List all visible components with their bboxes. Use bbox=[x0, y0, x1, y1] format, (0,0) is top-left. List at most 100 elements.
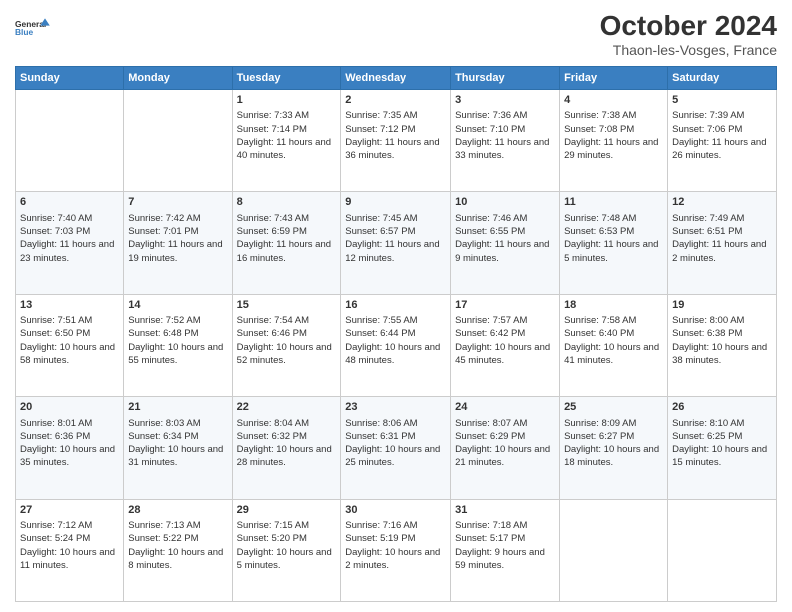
daylight-text: Daylight: 10 hours and 35 minutes. bbox=[20, 444, 115, 468]
daylight-text: Daylight: 10 hours and 5 minutes. bbox=[237, 547, 332, 571]
day-number: 23 bbox=[345, 400, 446, 415]
daylight-text: Daylight: 11 hours and 5 minutes. bbox=[564, 239, 658, 263]
calendar-cell: 12 Sunrise: 7:49 AM Sunset: 6:51 PM Dayl… bbox=[668, 192, 777, 294]
daylight-text: Daylight: 10 hours and 2 minutes. bbox=[345, 547, 440, 571]
col-thursday: Thursday bbox=[451, 67, 560, 90]
sunset-text: Sunset: 6:34 PM bbox=[128, 431, 198, 442]
title-block: October 2024 Thaon-les-Vosges, France bbox=[600, 10, 777, 58]
day-number: 14 bbox=[128, 298, 227, 313]
sunset-text: Sunset: 7:01 PM bbox=[128, 226, 198, 237]
calendar-cell: 21 Sunrise: 8:03 AM Sunset: 6:34 PM Dayl… bbox=[124, 397, 232, 499]
calendar-cell: 30 Sunrise: 7:16 AM Sunset: 5:19 PM Dayl… bbox=[341, 499, 451, 601]
calendar-week-row: 27 Sunrise: 7:12 AM Sunset: 5:24 PM Dayl… bbox=[16, 499, 777, 601]
calendar-cell: 23 Sunrise: 8:06 AM Sunset: 6:31 PM Dayl… bbox=[341, 397, 451, 499]
sunrise-text: Sunrise: 8:03 AM bbox=[128, 418, 200, 429]
day-number: 31 bbox=[455, 503, 555, 518]
sunrise-text: Sunrise: 7:12 AM bbox=[20, 520, 92, 531]
sunrise-text: Sunrise: 7:58 AM bbox=[564, 315, 636, 326]
day-number: 5 bbox=[672, 93, 772, 108]
day-number: 28 bbox=[128, 503, 227, 518]
day-number: 30 bbox=[345, 503, 446, 518]
sunset-text: Sunset: 5:20 PM bbox=[237, 533, 307, 544]
sunrise-text: Sunrise: 7:45 AM bbox=[345, 213, 417, 224]
calendar-cell bbox=[124, 90, 232, 192]
calendar-cell: 29 Sunrise: 7:15 AM Sunset: 5:20 PM Dayl… bbox=[232, 499, 341, 601]
sunrise-text: Sunrise: 7:33 AM bbox=[237, 110, 309, 121]
sunrise-text: Sunrise: 8:06 AM bbox=[345, 418, 417, 429]
daylight-text: Daylight: 10 hours and 11 minutes. bbox=[20, 547, 115, 571]
day-number: 21 bbox=[128, 400, 227, 415]
day-number: 29 bbox=[237, 503, 337, 518]
daylight-text: Daylight: 10 hours and 38 minutes. bbox=[672, 342, 767, 366]
sunrise-text: Sunrise: 8:07 AM bbox=[455, 418, 527, 429]
daylight-text: Daylight: 11 hours and 26 minutes. bbox=[672, 137, 766, 161]
day-number: 26 bbox=[672, 400, 772, 415]
col-wednesday: Wednesday bbox=[341, 67, 451, 90]
calendar-cell bbox=[16, 90, 124, 192]
col-monday: Monday bbox=[124, 67, 232, 90]
sunset-text: Sunset: 6:40 PM bbox=[564, 328, 634, 339]
calendar-week-row: 20 Sunrise: 8:01 AM Sunset: 6:36 PM Dayl… bbox=[16, 397, 777, 499]
sunrise-text: Sunrise: 8:00 AM bbox=[672, 315, 744, 326]
calendar-cell: 9 Sunrise: 7:45 AM Sunset: 6:57 PM Dayli… bbox=[341, 192, 451, 294]
sunrise-text: Sunrise: 7:51 AM bbox=[20, 315, 92, 326]
page: General Blue October 2024 Thaon-les-Vosg… bbox=[0, 0, 792, 612]
sunrise-text: Sunrise: 7:57 AM bbox=[455, 315, 527, 326]
daylight-text: Daylight: 11 hours and 29 minutes. bbox=[564, 137, 658, 161]
day-number: 25 bbox=[564, 400, 663, 415]
calendar-cell: 15 Sunrise: 7:54 AM Sunset: 6:46 PM Dayl… bbox=[232, 294, 341, 396]
calendar-cell: 2 Sunrise: 7:35 AM Sunset: 7:12 PM Dayli… bbox=[341, 90, 451, 192]
sunrise-text: Sunrise: 7:35 AM bbox=[345, 110, 417, 121]
day-number: 2 bbox=[345, 93, 446, 108]
daylight-text: Daylight: 10 hours and 21 minutes. bbox=[455, 444, 550, 468]
sunrise-text: Sunrise: 8:01 AM bbox=[20, 418, 92, 429]
calendar-cell: 26 Sunrise: 8:10 AM Sunset: 6:25 PM Dayl… bbox=[668, 397, 777, 499]
sunrise-text: Sunrise: 7:36 AM bbox=[455, 110, 527, 121]
daylight-text: Daylight: 11 hours and 19 minutes. bbox=[128, 239, 222, 263]
day-number: 15 bbox=[237, 298, 337, 313]
sunset-text: Sunset: 6:50 PM bbox=[20, 328, 90, 339]
sunset-text: Sunset: 6:42 PM bbox=[455, 328, 525, 339]
day-number: 17 bbox=[455, 298, 555, 313]
calendar-cell bbox=[560, 499, 668, 601]
logo: General Blue bbox=[15, 10, 51, 46]
col-saturday: Saturday bbox=[668, 67, 777, 90]
sunset-text: Sunset: 7:12 PM bbox=[345, 124, 415, 135]
day-number: 4 bbox=[564, 93, 663, 108]
sunset-text: Sunset: 6:36 PM bbox=[20, 431, 90, 442]
sunset-text: Sunset: 6:25 PM bbox=[672, 431, 742, 442]
sunset-text: Sunset: 6:32 PM bbox=[237, 431, 307, 442]
daylight-text: Daylight: 10 hours and 31 minutes. bbox=[128, 444, 223, 468]
daylight-text: Daylight: 11 hours and 12 minutes. bbox=[345, 239, 439, 263]
sunset-text: Sunset: 6:59 PM bbox=[237, 226, 307, 237]
sunrise-text: Sunrise: 8:09 AM bbox=[564, 418, 636, 429]
daylight-text: Daylight: 10 hours and 55 minutes. bbox=[128, 342, 223, 366]
daylight-text: Daylight: 11 hours and 2 minutes. bbox=[672, 239, 766, 263]
sunrise-text: Sunrise: 7:18 AM bbox=[455, 520, 527, 531]
calendar-cell: 10 Sunrise: 7:46 AM Sunset: 6:55 PM Dayl… bbox=[451, 192, 560, 294]
calendar-cell: 8 Sunrise: 7:43 AM Sunset: 6:59 PM Dayli… bbox=[232, 192, 341, 294]
sunrise-text: Sunrise: 7:43 AM bbox=[237, 213, 309, 224]
sunset-text: Sunset: 7:14 PM bbox=[237, 124, 307, 135]
sunset-text: Sunset: 6:29 PM bbox=[455, 431, 525, 442]
sunset-text: Sunset: 7:06 PM bbox=[672, 124, 742, 135]
month-title: October 2024 bbox=[600, 10, 777, 42]
day-number: 11 bbox=[564, 195, 663, 210]
col-friday: Friday bbox=[560, 67, 668, 90]
sunset-text: Sunset: 6:31 PM bbox=[345, 431, 415, 442]
calendar-cell: 3 Sunrise: 7:36 AM Sunset: 7:10 PM Dayli… bbox=[451, 90, 560, 192]
sunrise-text: Sunrise: 7:39 AM bbox=[672, 110, 744, 121]
day-number: 18 bbox=[564, 298, 663, 313]
day-number: 8 bbox=[237, 195, 337, 210]
daylight-text: Daylight: 10 hours and 15 minutes. bbox=[672, 444, 767, 468]
calendar-cell: 20 Sunrise: 8:01 AM Sunset: 6:36 PM Dayl… bbox=[16, 397, 124, 499]
day-number: 20 bbox=[20, 400, 119, 415]
day-number: 3 bbox=[455, 93, 555, 108]
sunset-text: Sunset: 7:03 PM bbox=[20, 226, 90, 237]
logo-svg: General Blue bbox=[15, 10, 51, 46]
calendar-cell: 14 Sunrise: 7:52 AM Sunset: 6:48 PM Dayl… bbox=[124, 294, 232, 396]
day-number: 6 bbox=[20, 195, 119, 210]
header: General Blue October 2024 Thaon-les-Vosg… bbox=[15, 10, 777, 58]
sunset-text: Sunset: 6:48 PM bbox=[128, 328, 198, 339]
calendar-week-row: 6 Sunrise: 7:40 AM Sunset: 7:03 PM Dayli… bbox=[16, 192, 777, 294]
